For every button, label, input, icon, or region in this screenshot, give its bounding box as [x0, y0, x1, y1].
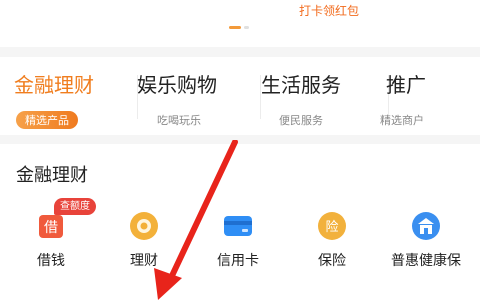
- finance-section: 金融理财 借 借钱 理财 信用卡 险 保险 普惠健康保: [0, 144, 480, 300]
- tab-subtitle: 精选产品: [16, 111, 78, 129]
- category-tabs: 金融理财 精选产品 娱乐购物 吃喝玩乐 生活服务 便民服务 推广 精选商户: [0, 57, 480, 135]
- tab-subtitle: 精选商户: [380, 114, 424, 127]
- tab-subtitle: 吃喝玩乐: [157, 114, 201, 127]
- tab-entertainment-shopping[interactable]: 娱乐购物 吃喝玩乐: [137, 69, 261, 129]
- tab-subtitle: 便民服务: [279, 114, 323, 127]
- health-insurance-icon: [410, 210, 442, 242]
- check-limit-badge: 查额度: [54, 198, 96, 215]
- svg-text:借: 借: [44, 220, 58, 236]
- item-label: 借钱: [37, 253, 65, 269]
- tab-title: 生活服务: [261, 73, 341, 97]
- tab-promotion[interactable]: 推广 精选商户: [380, 69, 476, 129]
- checkin-redpacket-link[interactable]: 打卡领红包: [299, 2, 359, 19]
- tab-title: 推广: [386, 73, 426, 97]
- carousel-dot-active: [229, 26, 241, 29]
- tab-title: 金融理财: [14, 73, 94, 97]
- health-insurance-item[interactable]: 普惠健康保: [386, 210, 466, 280]
- top-banner-strip: 打卡领红包: [0, 0, 480, 47]
- insurance-item[interactable]: 险 保险: [292, 210, 372, 280]
- carousel-dot: [244, 26, 249, 29]
- section-title: 金融理财: [16, 165, 88, 186]
- carousel-indicator: [229, 26, 249, 29]
- item-label: 普惠健康保: [391, 253, 461, 269]
- red-pointer-arrow: [154, 140, 238, 300]
- svg-text:险: 险: [325, 220, 338, 235]
- tab-finance[interactable]: 金融理财 精选产品: [14, 69, 138, 129]
- tab-title: 娱乐购物: [137, 73, 217, 97]
- item-label: 保险: [318, 253, 346, 269]
- insurance-icon: 险: [316, 210, 348, 242]
- borrow-item[interactable]: 借 借钱: [11, 210, 91, 280]
- tab-life-services[interactable]: 生活服务 便民服务: [261, 69, 389, 129]
